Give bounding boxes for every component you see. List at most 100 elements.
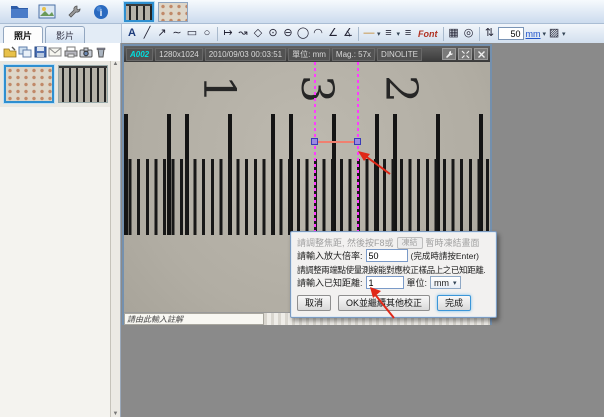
email-icon[interactable] <box>48 45 62 59</box>
svg-text:i: i <box>100 8 103 18</box>
dialog-unit-dropdown-arrow: ▾ <box>453 279 457 287</box>
arrow-tool[interactable]: ↗ <box>155 25 169 42</box>
toolbar-separator <box>358 27 359 41</box>
info-icon[interactable]: i <box>91 3 111 21</box>
unit-label: 單位: <box>407 276 428 289</box>
toolbar-separator <box>479 27 480 41</box>
freehand-tool[interactable]: ∼ <box>170 25 184 42</box>
measure-circle-3pt-tool[interactable]: ◯ <box>296 25 310 42</box>
main-toolbar: i <box>0 0 604 24</box>
calibration-dialog: 請調整焦距, 然後按F8或 凍結 暫時凍結畫面 請輸入放大倍率: (完成時請按E… <box>290 231 497 318</box>
ruler-number-3: 3 <box>292 65 340 113</box>
photo-sidebar: ▲ ▼ <box>0 43 121 417</box>
magnification-input[interactable] <box>498 27 524 40</box>
finish-button[interactable]: 完成 <box>437 295 471 311</box>
main-toolbar-icons: i <box>0 0 121 23</box>
ruler-number-2: 2 <box>376 65 424 113</box>
known-distance-input[interactable] <box>366 276 404 289</box>
tab-videos[interactable]: 影片 <box>45 26 85 43</box>
drawing-toolbar: A ╱ ↗ ∼ ▭ ○ ↦ ↝ ◇ ⊙ ⊖ ◯ ◠ ∠ ∡ —▾ ≡▾ ≡ Fo… <box>121 24 604 43</box>
sidebar-icon-bar <box>0 43 120 61</box>
freeze-button[interactable]: 凍結 <box>397 237 423 249</box>
unit-badge: 單位: mm <box>288 48 330 61</box>
cancel-button[interactable]: 取消 <box>297 295 331 311</box>
background-dropdown-arrow[interactable]: ▾ <box>562 30 566 38</box>
tab-photos[interactable]: 照片 <box>3 26 43 43</box>
ok-continue-button[interactable]: OK並繼續其他校正 <box>338 295 430 311</box>
image-id-badge: A002 <box>126 48 153 61</box>
print-icon[interactable] <box>64 45 78 59</box>
step2-label: 請輸入放大倍率: <box>297 249 363 262</box>
left-measure-handle[interactable] <box>311 138 318 145</box>
dot-pattern-image-tab[interactable] <box>158 2 188 22</box>
image-window-titlebar[interactable]: A002 1280x1024 2010/09/03 00:03:51 單位: m… <box>124 46 490 62</box>
save-icon[interactable] <box>33 45 47 59</box>
magnification-spinner[interactable]: ⇅ <box>483 25 497 42</box>
rectangle-tool[interactable]: ▭ <box>185 25 199 42</box>
folder-icon[interactable] <box>10 3 30 21</box>
line-tool[interactable]: ╱ <box>140 25 154 42</box>
measure-angle-tool[interactable]: ∠ <box>326 25 340 42</box>
scroll-down-icon[interactable]: ▼ <box>113 411 119 417</box>
step4-label: 請輸入已知距離: <box>297 276 363 289</box>
image-settings-icon[interactable] <box>37 3 57 21</box>
unit-dropdown-arrow[interactable]: ▾ <box>543 30 547 38</box>
measure-polygon-tool[interactable]: ◇ <box>251 25 265 42</box>
line-width-picker[interactable]: ≡ <box>401 25 415 42</box>
content-row: ▲ ▼ A002 1280x1024 2010/09/03 00:03:51 單… <box>0 43 604 417</box>
sidebar-scrollbar[interactable]: ▲ ▼ <box>110 61 120 417</box>
device-badge: DINOLITE <box>377 48 422 61</box>
line-color-picker[interactable]: — <box>362 25 376 42</box>
grid-button[interactable]: ▦ <box>447 25 461 42</box>
sidebar-tabs: 照片 影片 <box>0 24 121 43</box>
annotation-input[interactable] <box>124 313 264 325</box>
dialog-magnification-input[interactable] <box>366 249 408 262</box>
dialog-unit-value: mm <box>434 278 449 288</box>
ruler-thumbnail[interactable] <box>58 65 108 103</box>
measure-polyline-tool[interactable]: ↝ <box>236 25 250 42</box>
ruler-minor-ticks <box>124 159 490 235</box>
dinocapture-app: i 照片 影片 A ╱ ↗ ∼ ▭ ○ ↦ ↝ ◇ ⊙ ⊖ ◯ ◠ ∠ <box>0 0 604 417</box>
timestamp-badge: 2010/09/03 00:03:51 <box>205 48 286 61</box>
calibration-measure-line[interactable] <box>314 141 358 143</box>
measure-circle-center-tool[interactable]: ⊙ <box>266 25 280 42</box>
measure-circle-diameter-tool[interactable]: ⊖ <box>281 25 295 42</box>
magnification-badge: Mag.: 57x <box>332 48 375 61</box>
window-settings-button[interactable] <box>442 48 456 60</box>
measure-angle-4pt-tool[interactable]: ∡ <box>341 25 355 42</box>
thumbnail-list <box>0 61 120 107</box>
window-fit-button[interactable] <box>458 48 472 60</box>
line-style-dropdown-arrow[interactable]: ▾ <box>397 30 401 38</box>
toolbar-separator <box>217 27 218 41</box>
ruler-image-tab[interactable] <box>124 2 154 22</box>
line-color-dropdown-arrow[interactable]: ▾ <box>377 30 381 38</box>
dot-pattern-thumbnail[interactable] <box>4 65 54 103</box>
background-picker[interactable]: ▨ <box>547 25 561 42</box>
zoom-button[interactable]: ◎ <box>462 25 476 42</box>
delete-icon[interactable] <box>94 45 108 59</box>
measure-line-tool[interactable]: ↦ <box>221 25 235 42</box>
step2-hint: (完成時請按Enter) <box>411 250 479 262</box>
copy-image-icon[interactable] <box>18 45 32 59</box>
window-buttons <box>442 48 488 60</box>
right-measure-handle[interactable] <box>354 138 361 145</box>
ruler-number-1: 1 <box>194 65 242 113</box>
unit-dropdown[interactable]: mm <box>525 29 542 39</box>
font-button[interactable]: Font <box>416 29 440 39</box>
ellipse-tool[interactable]: ○ <box>200 25 214 42</box>
window-close-button[interactable] <box>474 48 488 60</box>
capture-icon[interactable] <box>79 45 93 59</box>
measure-arc-tool[interactable]: ◠ <box>311 25 325 42</box>
open-image-tabs <box>121 0 188 23</box>
tools-icon[interactable] <box>64 3 84 21</box>
scroll-up-icon[interactable]: ▲ <box>113 61 119 67</box>
step1-text-after: 暫時凍結畫面 <box>426 236 480 249</box>
workspace: A002 1280x1024 2010/09/03 00:03:51 單位: m… <box>121 43 604 417</box>
secondary-toolbar-row: 照片 影片 A ╱ ↗ ∼ ▭ ○ ↦ ↝ ◇ ⊙ ⊖ ◯ ◠ ∠ ∡ —▾ ≡… <box>0 24 604 43</box>
toolbar-separator <box>443 27 444 41</box>
step1-text: 請調整焦距, 然後按F8或 <box>297 236 394 249</box>
dialog-unit-dropdown[interactable]: mm ▾ <box>430 276 461 289</box>
open-file-icon[interactable] <box>3 45 17 59</box>
line-style-picker[interactable]: ≡ <box>382 25 396 42</box>
text-tool[interactable]: A <box>125 25 139 42</box>
